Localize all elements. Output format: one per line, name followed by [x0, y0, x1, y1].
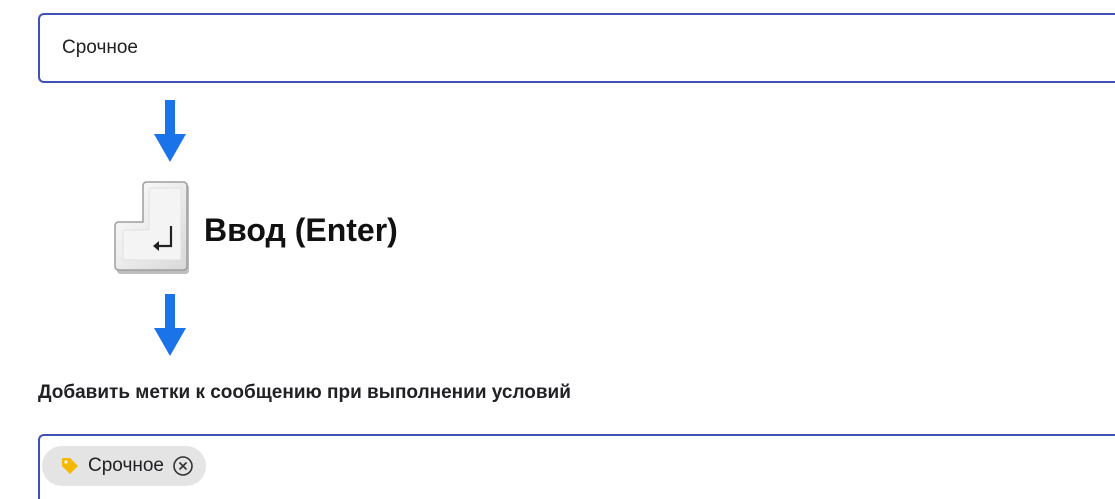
enter-key-icon [114, 181, 189, 274]
tag-chip[interactable]: Срочное [42, 446, 206, 486]
tag-chip-label: Срочное [88, 455, 164, 476]
close-circle-icon[interactable] [172, 455, 194, 477]
enter-key-label: Ввод (Enter) [204, 212, 398, 248]
arrow-down-icon [154, 294, 186, 356]
label-text-input-value: Срочное [62, 37, 138, 58]
label-text-input[interactable]: Срочное [38, 13, 1115, 83]
page-canvas: Срочное Ввод (Enter) Добавить метки к со… [0, 0, 1115, 499]
tag-icon [62, 458, 78, 474]
arrow-down-icon [154, 100, 186, 162]
rule-section-title: Добавить метки к сообщению при выполнени… [38, 382, 571, 403]
tags-input[interactable]: Срочное [38, 434, 1115, 499]
